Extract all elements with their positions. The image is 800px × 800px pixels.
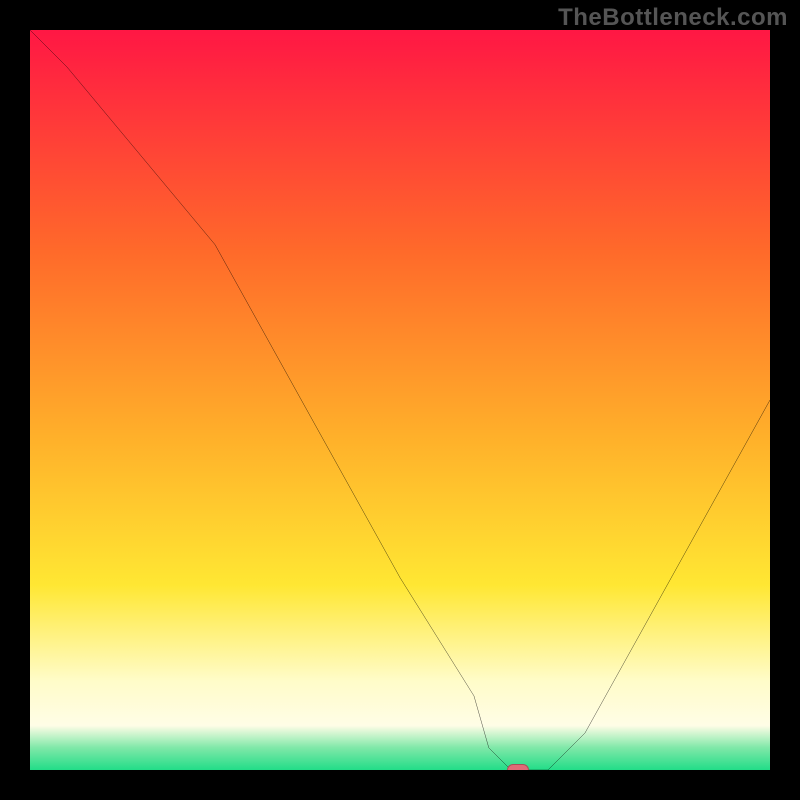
plot-area [30,30,770,770]
chart-container: TheBottleneck.com [0,0,800,800]
bottleneck-curve [30,30,770,770]
optimal-marker [507,764,529,770]
watermark-text: TheBottleneck.com [558,4,788,32]
curve-svg [30,30,770,770]
